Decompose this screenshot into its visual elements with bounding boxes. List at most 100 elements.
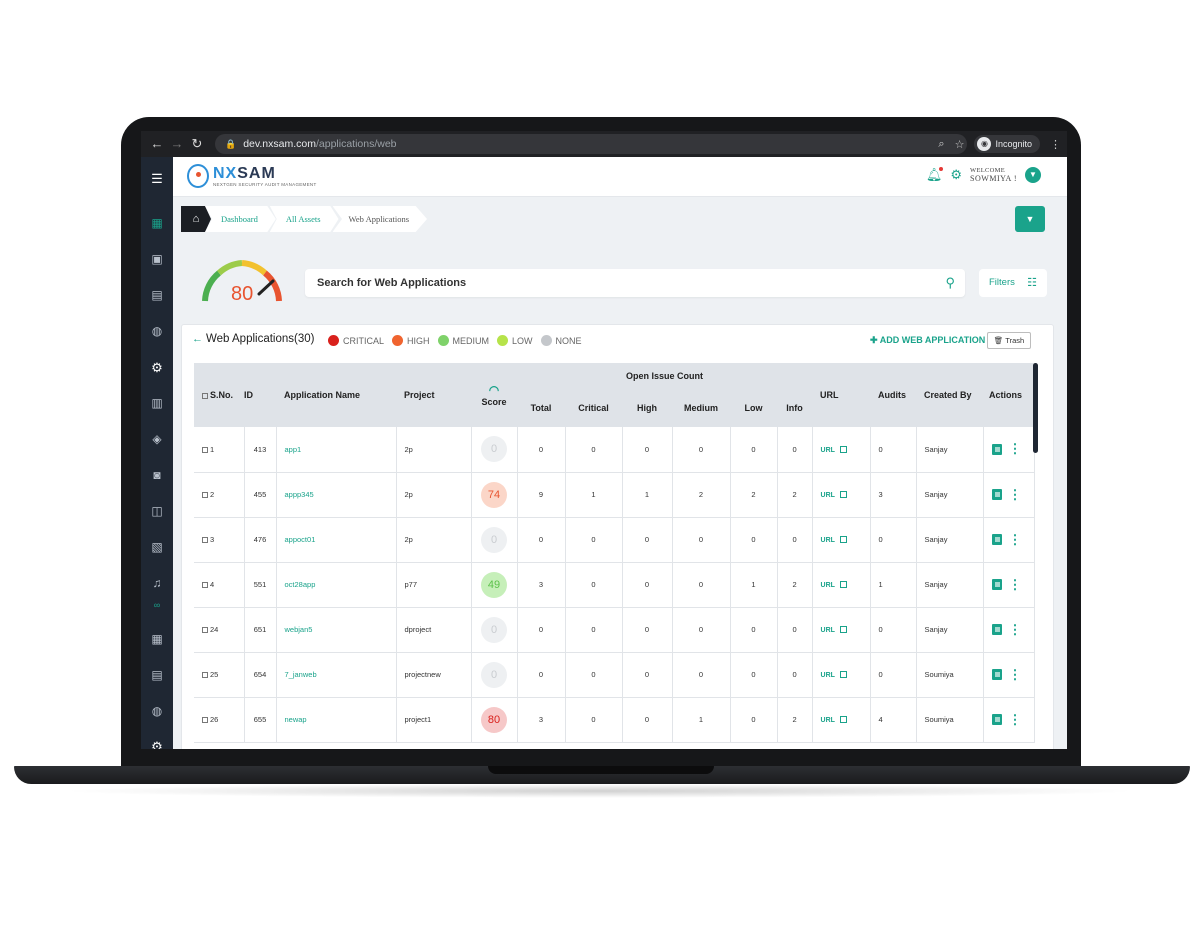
cell-sno[interactable]: 26 bbox=[194, 697, 245, 743]
cell-application-name[interactable]: webjan5 bbox=[276, 607, 397, 653]
table-scrollbar[interactable] bbox=[1033, 363, 1038, 453]
cell-sno[interactable]: 24 bbox=[194, 607, 245, 653]
edit-document-icon[interactable] bbox=[991, 624, 1002, 635]
filters-button[interactable]: Filters ☷ bbox=[979, 269, 1047, 297]
expand-chevron-button[interactable]: ▼ bbox=[1015, 206, 1045, 232]
cell-url[interactable]: URL bbox=[812, 427, 871, 473]
url-link[interactable]: URL bbox=[821, 672, 835, 679]
kebab-menu-icon[interactable]: ⋮ bbox=[1009, 442, 1022, 455]
external-link-icon[interactable] bbox=[839, 581, 847, 588]
external-link-icon[interactable] bbox=[839, 716, 847, 723]
search-input[interactable] bbox=[317, 269, 917, 297]
kebab-menu-icon[interactable]: ⋮ bbox=[1009, 533, 1022, 546]
reload-icon[interactable]: ↻ bbox=[187, 131, 207, 157]
cell-application-name[interactable]: appoct01 bbox=[276, 517, 397, 563]
search-icon[interactable]: ⚲ bbox=[945, 275, 955, 291]
monitor-icon[interactable]: ◫ bbox=[141, 504, 173, 518]
cell-url[interactable]: URL bbox=[812, 562, 871, 608]
hamburger-menu-icon[interactable]: ☰ bbox=[141, 171, 173, 187]
camera-icon[interactable]: ◙ bbox=[141, 468, 173, 482]
header-audits[interactable]: Audits bbox=[870, 363, 917, 427]
cell-application-name[interactable]: newap bbox=[276, 697, 397, 743]
address-bar[interactable]: 🔒 dev.nxsam.com /applications/web bbox=[215, 134, 967, 154]
edit-document-icon[interactable] bbox=[991, 489, 1002, 500]
cell-application-name[interactable]: oct28app bbox=[276, 562, 397, 608]
row-checkbox[interactable] bbox=[202, 672, 208, 678]
edit-document-icon[interactable] bbox=[991, 714, 1002, 725]
row-checkbox[interactable] bbox=[202, 492, 208, 498]
calendar-icon[interactable]: ▥ bbox=[141, 396, 173, 410]
document-icon[interactable]: ▧ bbox=[141, 540, 173, 554]
kebab-menu-icon[interactable]: ⋮ bbox=[1009, 668, 1022, 681]
select-all-checkbox[interactable] bbox=[202, 393, 208, 399]
cell-url[interactable]: URL bbox=[812, 697, 871, 743]
cell-sno[interactable]: 1 bbox=[194, 427, 245, 473]
assets-icon[interactable]: ▣ bbox=[141, 252, 173, 266]
list-icon[interactable]: ▤ bbox=[141, 668, 173, 682]
url-link[interactable]: URL bbox=[821, 717, 835, 724]
back-icon[interactable]: ← bbox=[192, 333, 203, 345]
header-application-name[interactable]: Application Name bbox=[276, 363, 396, 427]
cell-sno[interactable]: 2 bbox=[194, 472, 245, 518]
header-critical[interactable]: Critical bbox=[565, 389, 622, 427]
row-checkbox[interactable] bbox=[202, 717, 208, 723]
kebab-menu-icon[interactable]: ⋮ bbox=[1009, 713, 1022, 726]
header-settings-icon[interactable]: ⚙ bbox=[950, 167, 962, 183]
cell-sno[interactable]: 4 bbox=[194, 562, 245, 608]
header-total[interactable]: Total bbox=[517, 389, 565, 427]
breadcrumb-dashboard[interactable]: Dashboard bbox=[205, 206, 276, 232]
home-icon[interactable]: ⌂ bbox=[181, 206, 211, 232]
url-link[interactable]: URL bbox=[821, 627, 835, 634]
cell-application-name[interactable]: app1 bbox=[276, 427, 397, 473]
forward-arrow-icon[interactable]: → bbox=[167, 131, 187, 157]
config-gear-icon[interactable]: ⚙ bbox=[141, 739, 173, 749]
url-link[interactable]: URL bbox=[821, 537, 835, 544]
url-link[interactable]: URL bbox=[821, 582, 835, 589]
row-checkbox[interactable] bbox=[202, 446, 208, 453]
back-arrow-icon[interactable]: ← bbox=[147, 131, 167, 157]
header-high[interactable]: High bbox=[622, 389, 672, 427]
globe-icon[interactable]: ◍ bbox=[141, 324, 173, 338]
external-link-icon[interactable] bbox=[839, 445, 847, 453]
world-icon[interactable]: ◍ bbox=[141, 704, 173, 718]
kebab-menu-icon[interactable]: ⋮ bbox=[1009, 488, 1022, 501]
edit-document-icon[interactable] bbox=[991, 534, 1002, 545]
settings-gear-icon[interactable]: ⚙ bbox=[141, 360, 173, 376]
edit-document-icon[interactable] bbox=[991, 443, 1002, 455]
zoom-search-icon[interactable]: ⌕ bbox=[938, 138, 944, 151]
cell-application-name[interactable]: 7_janweb bbox=[276, 652, 397, 698]
notification-bell-icon[interactable]: 🔔︎ bbox=[926, 167, 943, 183]
url-link[interactable]: URL bbox=[821, 492, 835, 499]
header-score[interactable]: ◠ Score bbox=[471, 363, 517, 427]
row-checkbox[interactable] bbox=[202, 582, 208, 588]
header-info[interactable]: Info bbox=[777, 389, 813, 427]
trash-button[interactable]: 🗑︎ Trash bbox=[987, 332, 1031, 349]
cube-icon[interactable]: ◈ bbox=[141, 432, 173, 446]
external-link-icon[interactable] bbox=[839, 626, 847, 633]
header-medium[interactable]: Medium bbox=[672, 389, 730, 427]
url-link[interactable]: URL bbox=[821, 447, 835, 454]
cell-sno[interactable]: 3 bbox=[194, 517, 245, 563]
dashboard-icon[interactable]: ▦ bbox=[141, 216, 173, 230]
bell-icon[interactable]: ♫ bbox=[141, 576, 173, 590]
row-checkbox[interactable] bbox=[202, 627, 208, 633]
breadcrumb-all-assets[interactable]: All Assets bbox=[269, 206, 339, 232]
header-url[interactable]: URL bbox=[812, 363, 871, 427]
edit-document-icon[interactable] bbox=[991, 579, 1002, 590]
infinity-icon[interactable]: ∞ bbox=[141, 600, 173, 610]
cell-url[interactable]: URL bbox=[812, 472, 871, 518]
cell-url[interactable]: URL bbox=[812, 652, 871, 698]
cell-url[interactable]: URL bbox=[812, 607, 871, 653]
incognito-badge[interactable]: ◉ Incognito bbox=[974, 135, 1040, 153]
header-created-by[interactable]: Created By bbox=[916, 363, 984, 427]
external-link-icon[interactable] bbox=[839, 491, 847, 498]
header-sno[interactable]: S.No. bbox=[194, 363, 244, 427]
header-low[interactable]: Low bbox=[730, 389, 777, 427]
kebab-menu-icon[interactable]: ⋮ bbox=[1009, 623, 1022, 636]
cell-application-name[interactable]: appp345 bbox=[276, 472, 397, 518]
external-link-icon[interactable] bbox=[839, 536, 847, 543]
nxsam-logo[interactable]: NXSAM NEXTGEN SECURITY AUDIT MANAGEMENT bbox=[187, 164, 317, 188]
external-link-icon[interactable] bbox=[839, 671, 847, 678]
user-menu-chevron-icon[interactable]: ▼ bbox=[1025, 167, 1041, 183]
edit-document-icon[interactable] bbox=[991, 669, 1002, 680]
